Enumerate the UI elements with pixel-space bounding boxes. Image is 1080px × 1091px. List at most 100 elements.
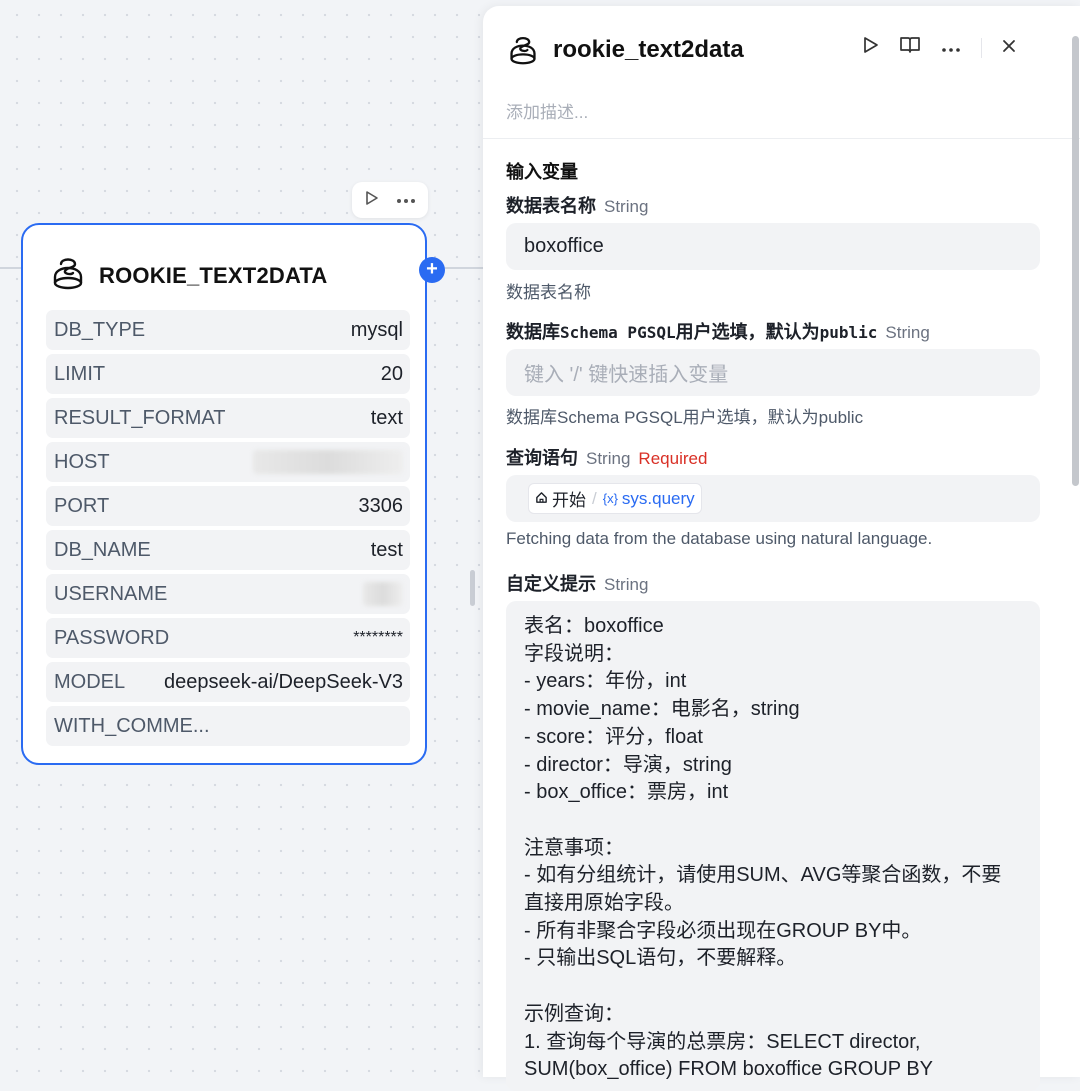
prompt-line: - director：导演，string	[524, 753, 732, 776]
required-badge: Required	[638, 449, 708, 468]
prompt-line: - box_office：票房，int	[524, 781, 729, 804]
prompt-line	[524, 807, 1022, 835]
chip-variable-name: sys.query	[621, 488, 695, 508]
label-text: Schema PGSQL	[560, 323, 676, 342]
param-key: RESULT_FORMAT	[54, 406, 226, 429]
scrollbar-thumb[interactable]	[1072, 36, 1079, 486]
book-icon[interactable]	[899, 36, 921, 59]
param-key: WITH_COMME...	[54, 714, 210, 737]
param-value: deepseek-ai/DeepSeek-V3	[163, 670, 403, 693]
prompt-line: - years：年份，int	[524, 670, 687, 693]
field-label-table-name: 数据表名称 String	[506, 192, 648, 218]
param-value: text	[370, 406, 403, 429]
param-row-db-type: DB_TYPE mysql	[46, 310, 410, 350]
help-text: Fetching data from the database using na…	[506, 529, 933, 548]
input-placeholder: 键入 '/' 键快速插入变量	[524, 364, 729, 386]
param-key: LIMIT	[54, 362, 106, 385]
redacted-value	[253, 450, 403, 474]
prompt-line	[524, 973, 1022, 1001]
query-input[interactable]: 开始 / {x} sys.query	[506, 475, 1040, 522]
prompt-line: - movie_name：电影名，string	[524, 698, 800, 721]
redacted-value	[363, 582, 403, 606]
prompt-line: 注意事项：	[524, 836, 624, 859]
table-name-input[interactable]: boxoffice	[506, 223, 1040, 270]
param-row-username: USERNAME	[46, 574, 410, 614]
param-value: ********	[353, 629, 403, 646]
panel-actions	[863, 36, 1016, 59]
plugin-logo-icon	[508, 34, 538, 71]
param-value: 3306	[358, 494, 404, 517]
prompt-line: 字段说明：	[524, 642, 624, 665]
prompt-line: - score：评分，float	[524, 725, 703, 748]
label-text: 数据库	[506, 322, 560, 342]
type-label: String	[885, 323, 930, 342]
help-text: 数据表名称	[506, 283, 591, 302]
custom-prompt-textarea[interactable]: 表名：boxoffice 字段说明： - years：年份，int - movi…	[506, 601, 1040, 1091]
scrollbar[interactable]	[1070, 6, 1080, 1077]
param-key: MODEL	[54, 670, 126, 693]
plugin-logo-icon	[51, 255, 85, 296]
prompt-line: SUM(box_office) FROM boxoffice GROUP BY	[524, 1058, 934, 1081]
chip-node-name: 开始	[552, 491, 586, 510]
node-settings-panel: rookie_text2data 添加描述... 输入变量 数据表名称 Strin…	[483, 6, 1080, 1091]
prompt-line: 表名：boxoffice	[524, 615, 664, 637]
edge-left	[0, 267, 21, 269]
run-play-icon[interactable]	[863, 36, 879, 59]
more-icon[interactable]	[941, 37, 961, 58]
type-label: String	[586, 449, 631, 468]
field-label-prompt: 自定义提示 String	[506, 570, 648, 596]
panel-title: rookie_text2data	[553, 36, 744, 63]
home-icon	[535, 489, 548, 509]
add-next-node-button[interactable]: +	[419, 257, 445, 283]
play-icon[interactable]	[364, 190, 380, 211]
description-input[interactable]: 添加描述...	[506, 98, 588, 123]
section-title: 输入变量	[506, 162, 578, 182]
label-text: public	[819, 323, 878, 342]
label-text: 数据表名称	[506, 196, 596, 216]
divider	[483, 138, 1080, 139]
chip-separator: /	[592, 488, 597, 508]
param-value: test	[370, 538, 403, 561]
type-label: String	[604, 197, 649, 216]
param-key: HOST	[54, 450, 110, 473]
param-row-password: PASSWORD ********	[46, 618, 410, 658]
param-row-host: HOST	[46, 442, 410, 482]
param-row-with-comment: WITH_COMME...	[46, 706, 410, 746]
param-value: mysql	[350, 318, 403, 341]
prompt-line: 1. 查询每个导演的总票房：SELECT director,	[524, 1030, 921, 1053]
field-label-query: 查询语句 String Required	[506, 444, 707, 470]
variable-chip[interactable]: 开始 / {x} sys.query	[528, 483, 702, 514]
param-key: DB_TYPE	[54, 318, 146, 341]
prompt-line: 直接用原始字段。	[524, 892, 684, 915]
prompt-line: 示例查询：	[524, 1002, 624, 1025]
label-text: 自定义提示	[506, 574, 596, 594]
type-label: String	[604, 575, 649, 594]
close-icon[interactable]	[1002, 37, 1016, 58]
schema-input[interactable]: 键入 '/' 键快速插入变量	[506, 349, 1040, 396]
more-icon[interactable]	[396, 191, 416, 209]
node-title: ROOKIE_TEXT2DATA	[99, 262, 328, 288]
divider	[981, 37, 982, 58]
param-value: 20	[380, 362, 403, 385]
panel-resize-handle[interactable]	[470, 570, 475, 606]
param-row-port: PORT 3306	[46, 486, 410, 526]
field-label-schema: 数据库Schema PGSQL用户选填，默认为public String	[506, 318, 930, 344]
param-row-limit: LIMIT 20	[46, 354, 410, 394]
edge-right	[445, 267, 483, 269]
param-key: DB_NAME	[54, 538, 151, 561]
param-row-db-name: DB_NAME test	[46, 530, 410, 570]
prompt-line: - 如有分组统计，请使用SUM、AVG等聚合函数，不要	[524, 864, 1002, 887]
help-text: 数据库Schema PGSQL用户选填，默认为public	[506, 408, 864, 427]
variable-icon: {x}	[602, 491, 618, 506]
label-text: 查询语句	[506, 448, 578, 468]
label-text: 用户选填，默认为	[675, 322, 820, 342]
prompt-line: - 所有非聚合字段必须出现在GROUP BY中。	[524, 919, 922, 942]
param-row-result-format: RESULT_FORMAT text	[46, 398, 410, 438]
param-key: USERNAME	[54, 582, 168, 605]
param-key: PASSWORD	[54, 626, 170, 649]
workflow-node[interactable]: ROOKIE_TEXT2DATA DB_TYPE mysql LIMIT 20 …	[21, 223, 427, 765]
param-row-model: MODEL deepseek-ai/DeepSeek-V3	[46, 662, 410, 702]
input-value: boxoffice	[524, 235, 604, 257]
node-toolbar	[352, 182, 428, 218]
param-key: PORT	[54, 494, 110, 517]
